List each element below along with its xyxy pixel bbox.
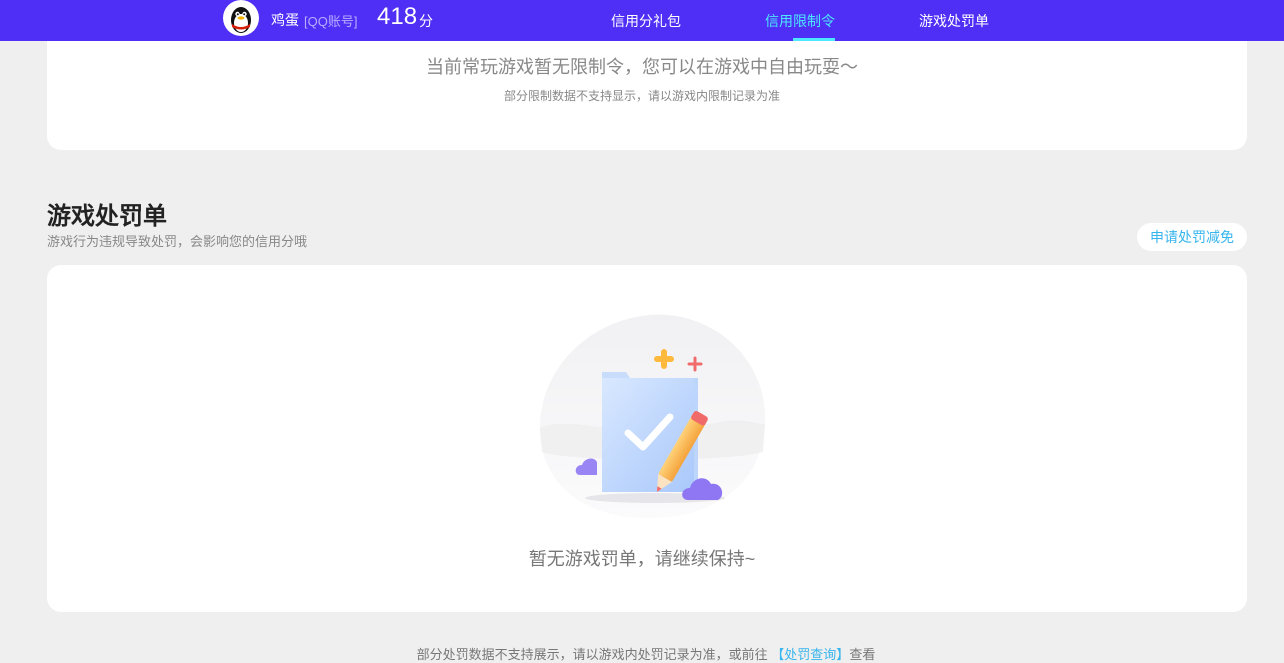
tab-credit-gift[interactable]: 信用分礼包 [611, 11, 681, 31]
footer-note: 部分处罚数据不支持展示，请以游戏内处罚记录为准，或前往 【处罚查询】查看 [0, 644, 1284, 663]
footer-note-suffix: 查看 [849, 647, 876, 662]
footer-note-prefix: 部分处罚数据不支持展示，请以游戏内处罚记录为准，或前往 [416, 647, 768, 662]
empty-state-message: 暂无游戏罚单，请继续保持~ [528, 549, 756, 569]
appeal-button[interactable]: 申请处罚减免 [1137, 223, 1247, 251]
avatar[interactable] [223, 0, 259, 36]
restriction-message: 当前常玩游戏暂无限制令，您可以在游戏中自由玩耍～ [426, 57, 858, 77]
credit-score: 418 [377, 3, 418, 30]
qq-penguin-icon [231, 7, 251, 33]
active-tab-indicator [793, 38, 835, 41]
account-type: [QQ账号] [304, 14, 358, 29]
restriction-note: 部分限制数据不支持显示，请以游戏内限制记录为准 [503, 89, 780, 103]
section-subtitle: 游戏行为违规导致处罚，会影响您的信用分哦 [47, 234, 308, 249]
section-title: 游戏处罚单 [47, 203, 167, 230]
penalty-query-link[interactable]: 【处罚查询】 [771, 647, 849, 662]
user-name: 鸡蛋 [271, 12, 299, 28]
tab-credit-restriction[interactable]: 信用限制令 [765, 11, 835, 31]
tab-game-penalty[interactable]: 游戏处罚单 [919, 11, 989, 31]
top-bar: 鸡蛋 [QQ账号] 418 分 信用分礼包 信用限制令 游戏处罚单 [0, 0, 1284, 41]
score-unit: 分 [419, 13, 433, 29]
empty-state-illustration [539, 314, 766, 519]
